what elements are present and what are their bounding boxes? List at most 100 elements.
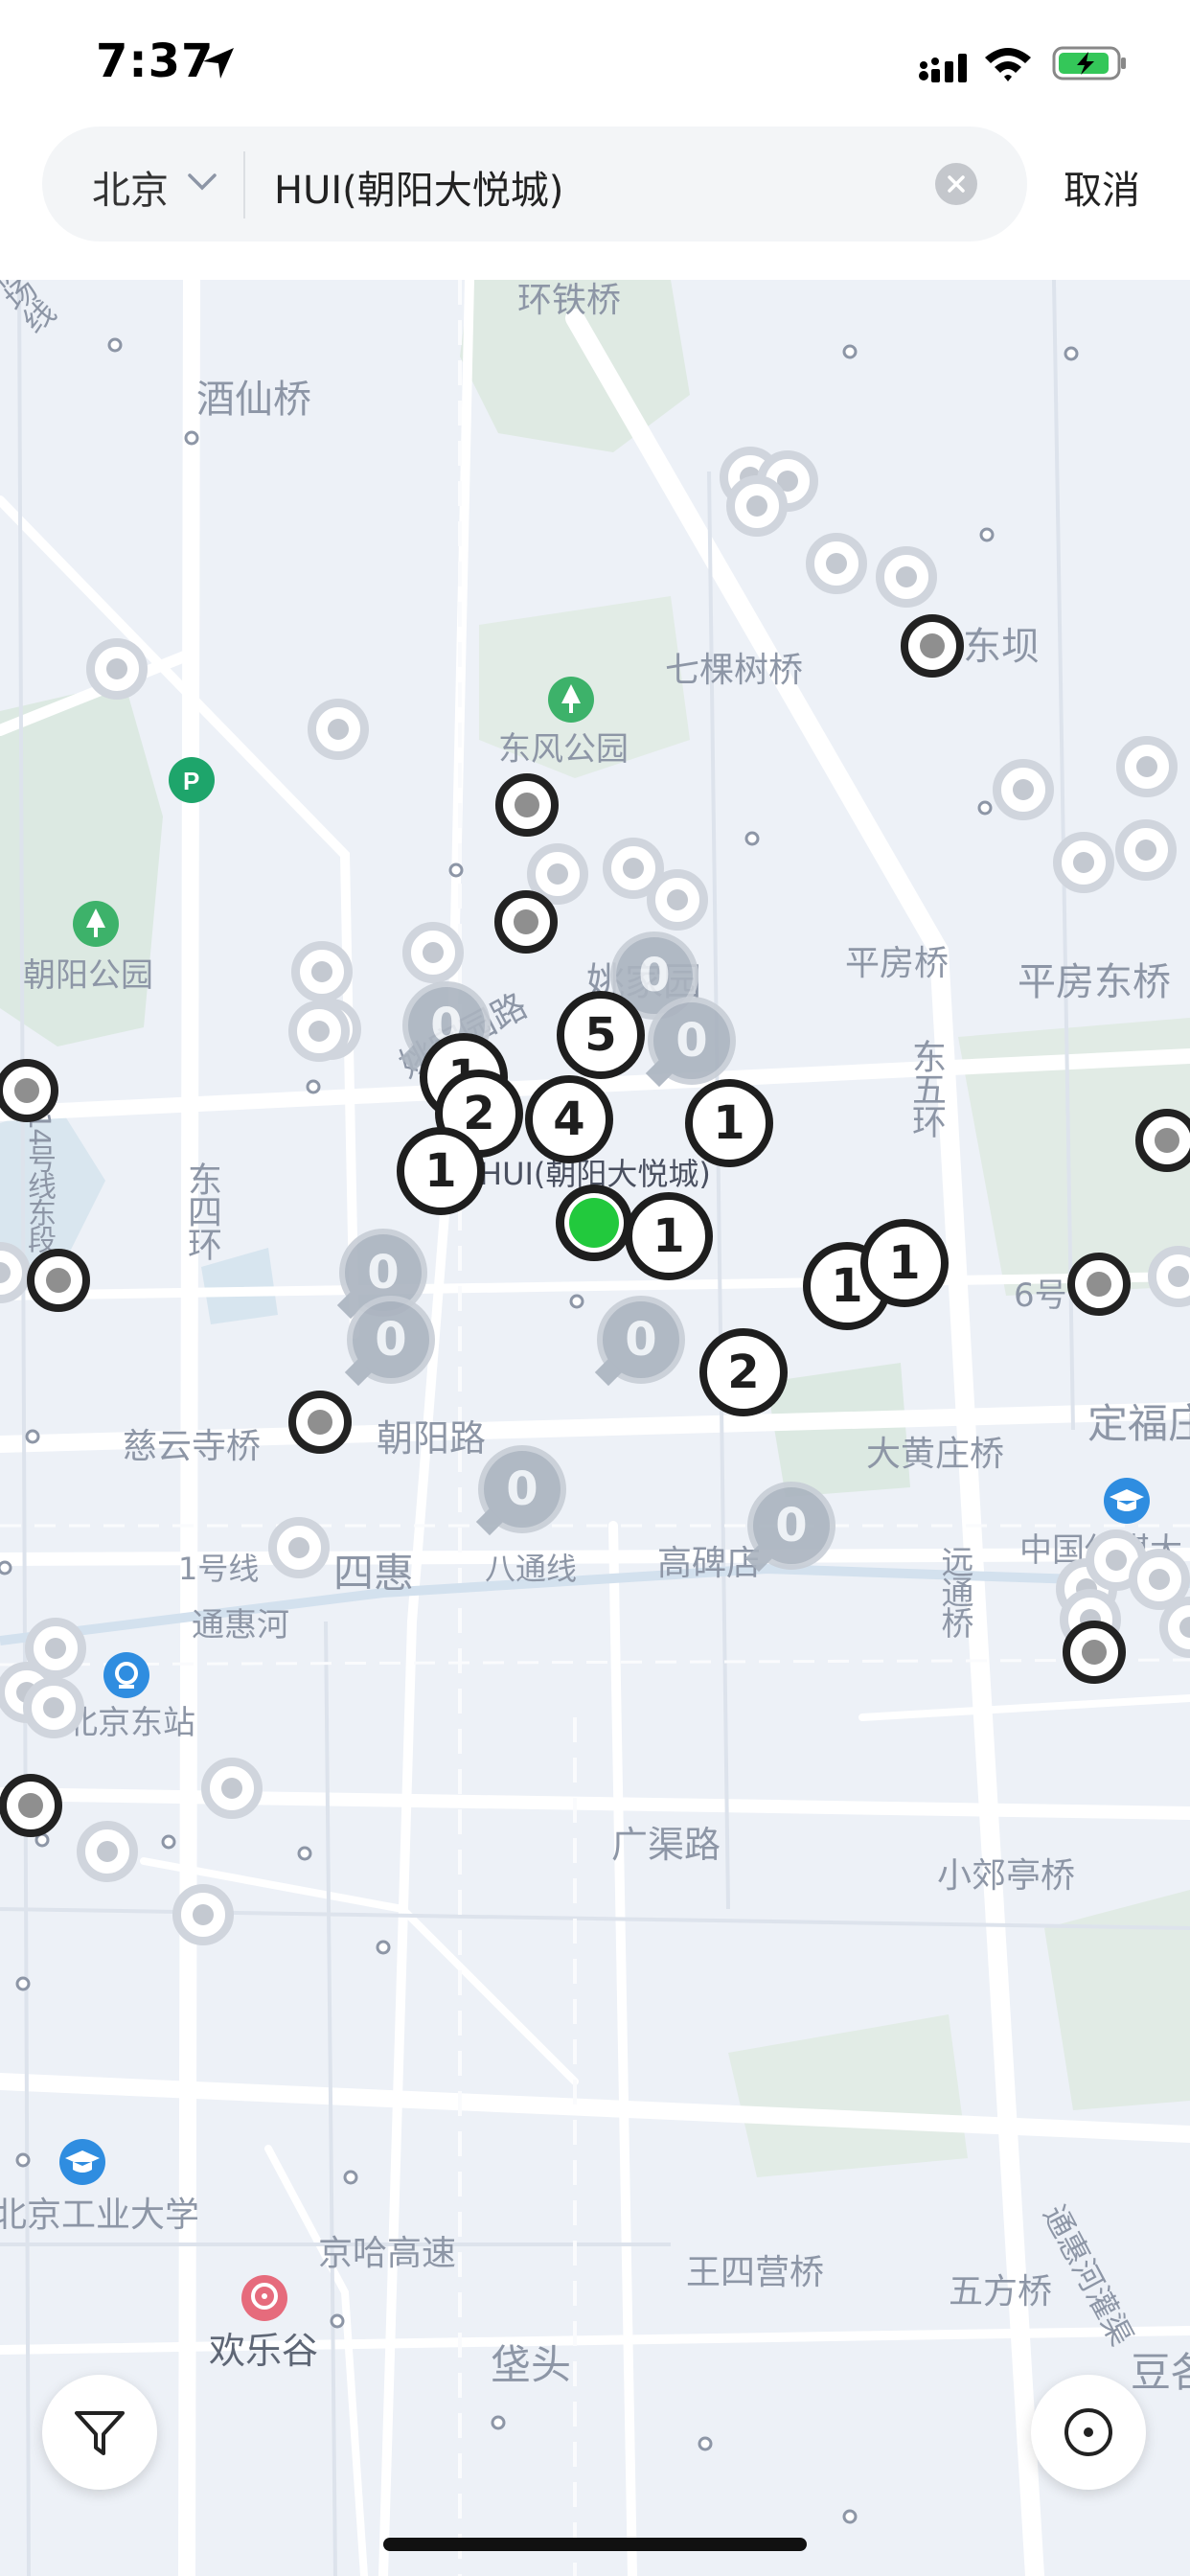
map-label: 大黄庄桥 bbox=[866, 1435, 1005, 1474]
station-marker[interactable] bbox=[201, 1758, 263, 1819]
home-indicator bbox=[383, 2538, 807, 2551]
station-marker[interactable] bbox=[806, 533, 867, 594]
map-label: 东四环 bbox=[182, 1162, 221, 1259]
city-selector[interactable]: 北京 bbox=[92, 159, 169, 215]
station-marker-selected[interactable] bbox=[495, 773, 559, 837]
map-label: 欢乐谷 bbox=[209, 2330, 319, 2372]
map-label: 七棵树桥 bbox=[665, 651, 804, 690]
station-marker-selected[interactable] bbox=[0, 1774, 62, 1837]
tree-icon bbox=[73, 901, 119, 947]
clear-icon[interactable] bbox=[935, 163, 977, 205]
count-bubble[interactable]: 1 bbox=[397, 1127, 485, 1215]
station-marker[interactable] bbox=[291, 941, 353, 1002]
map-label: 朝阳公园 bbox=[23, 956, 153, 995]
station-marker-selected[interactable] bbox=[27, 1249, 90, 1312]
map-label: 五方桥 bbox=[949, 2272, 1053, 2312]
parking-icon: P bbox=[169, 757, 215, 803]
station-marker[interactable] bbox=[1053, 832, 1114, 893]
map-label: 东五环 bbox=[906, 1039, 946, 1137]
locate-button[interactable] bbox=[1031, 2375, 1146, 2490]
station-marker-selected[interactable] bbox=[1067, 1253, 1131, 1316]
tree-icon bbox=[548, 677, 594, 723]
map-label: 平房东桥 bbox=[1018, 960, 1171, 1004]
battery-charging-icon bbox=[1052, 46, 1126, 80]
cellular-signal-icon bbox=[919, 54, 967, 82]
location-arrow-icon bbox=[203, 48, 234, 79]
map-label: 京哈高速 bbox=[318, 2234, 457, 2273]
destination-marker[interactable] bbox=[556, 1184, 632, 1261]
map-label: 东坝 bbox=[963, 625, 1040, 669]
station-marker[interactable] bbox=[268, 1517, 330, 1578]
count-bubble[interactable]: 5 bbox=[557, 991, 645, 1079]
count-bubble[interactable]: 0 bbox=[347, 1296, 435, 1384]
filter-icon bbox=[75, 2411, 125, 2455]
station-marker[interactable] bbox=[288, 1000, 350, 1062]
search-bar: 北京 HUI(朝阳大悦城) bbox=[42, 126, 1027, 242]
wifi-icon bbox=[985, 48, 1031, 81]
count-bubble[interactable]: 0 bbox=[648, 997, 736, 1085]
map-label: 高碑店 bbox=[657, 1544, 762, 1583]
station-marker[interactable] bbox=[1115, 819, 1177, 881]
filter-button[interactable] bbox=[42, 2375, 157, 2490]
station-marker-selected[interactable] bbox=[901, 614, 964, 678]
map-label: 平房桥 bbox=[845, 944, 950, 983]
cancel-button[interactable]: 取消 bbox=[1064, 159, 1140, 215]
map-label: 八通线 bbox=[485, 1551, 578, 1587]
station-marker[interactable] bbox=[86, 638, 148, 700]
station-marker[interactable] bbox=[172, 1884, 234, 1945]
svg-text:P: P bbox=[183, 767, 199, 795]
status-time: 7:37 bbox=[96, 34, 215, 88]
map-label: 1号线 bbox=[178, 1551, 260, 1587]
map-label: 远通桥 bbox=[935, 1545, 973, 1637]
map-label: 酒仙桥 bbox=[196, 378, 311, 422]
map-label: 小郊亭桥 bbox=[937, 1856, 1076, 1896]
search-input[interactable]: HUI(朝阳大悦城) bbox=[274, 159, 563, 215]
count-bubble[interactable]: 0 bbox=[747, 1482, 835, 1570]
map-view[interactable]: 机场线 环铁桥 酒仙桥 七棵树桥 东坝 东风公园 朝阳公园 平房桥 平房东桥 姚… bbox=[0, 280, 1190, 2576]
count-bubble[interactable]: 0 bbox=[478, 1445, 566, 1533]
station-marker[interactable] bbox=[993, 759, 1054, 820]
station-marker[interactable] bbox=[647, 869, 708, 931]
station-marker-selected[interactable] bbox=[288, 1391, 352, 1454]
map-label: 王四营桥 bbox=[686, 2253, 825, 2292]
count-bubble[interactable]: 2 bbox=[699, 1328, 788, 1416]
map-label: 北京工业大学 bbox=[0, 2196, 200, 2235]
graduation-cap-icon bbox=[1104, 1478, 1150, 1524]
station-marker-selected[interactable] bbox=[1135, 1109, 1190, 1172]
chevron-down-icon[interactable] bbox=[186, 171, 218, 194]
map-label: 环铁桥 bbox=[517, 281, 622, 320]
map-label: 东风公园 bbox=[498, 730, 629, 769]
station-marker[interactable] bbox=[23, 1677, 84, 1738]
count-bubble[interactable]: 1 bbox=[685, 1079, 773, 1167]
map-label: 垡头 bbox=[491, 2341, 572, 2388]
station-marker[interactable] bbox=[77, 1821, 138, 1882]
map-label: 14号线东段 bbox=[22, 1112, 56, 1253]
station-marker-selected[interactable] bbox=[494, 890, 558, 954]
graduation-cap-icon bbox=[59, 2139, 105, 2185]
map-label: 通惠河 bbox=[192, 1606, 289, 1644]
search-divider bbox=[243, 151, 245, 218]
locate-icon bbox=[1064, 2408, 1112, 2456]
map-label: 广渠路 bbox=[611, 1824, 721, 1866]
map-label: 四惠 bbox=[333, 1550, 415, 1597]
count-bubble[interactable]: 0 bbox=[597, 1296, 685, 1384]
map-label: 朝阳路 bbox=[377, 1417, 487, 1460]
station-marker[interactable] bbox=[1116, 736, 1178, 797]
map-label: 豆各 bbox=[1131, 2349, 1190, 2396]
search-header: 北京 HUI(朝阳大悦城) 取消 bbox=[0, 125, 1190, 280]
count-bubble[interactable]: 1 bbox=[625, 1192, 713, 1280]
station-marker[interactable] bbox=[726, 475, 788, 537]
map-label: 慈云寺桥 bbox=[123, 1427, 262, 1466]
count-bubble[interactable]: 4 bbox=[525, 1075, 613, 1163]
station-marker[interactable] bbox=[402, 922, 464, 983]
map-label: 定福庄 bbox=[1087, 1400, 1190, 1447]
station-marker[interactable] bbox=[308, 699, 369, 760]
status-bar: 7:37 bbox=[0, 0, 1190, 125]
map-label: 6号 bbox=[1014, 1276, 1067, 1315]
station-marker[interactable] bbox=[876, 546, 937, 608]
train-icon bbox=[103, 1652, 149, 1698]
ferris-wheel-icon bbox=[241, 2275, 287, 2321]
map-label: 北京东站 bbox=[65, 1704, 195, 1742]
station-marker-selected[interactable] bbox=[1063, 1621, 1126, 1684]
count-bubble[interactable]: 1 bbox=[860, 1219, 949, 1307]
